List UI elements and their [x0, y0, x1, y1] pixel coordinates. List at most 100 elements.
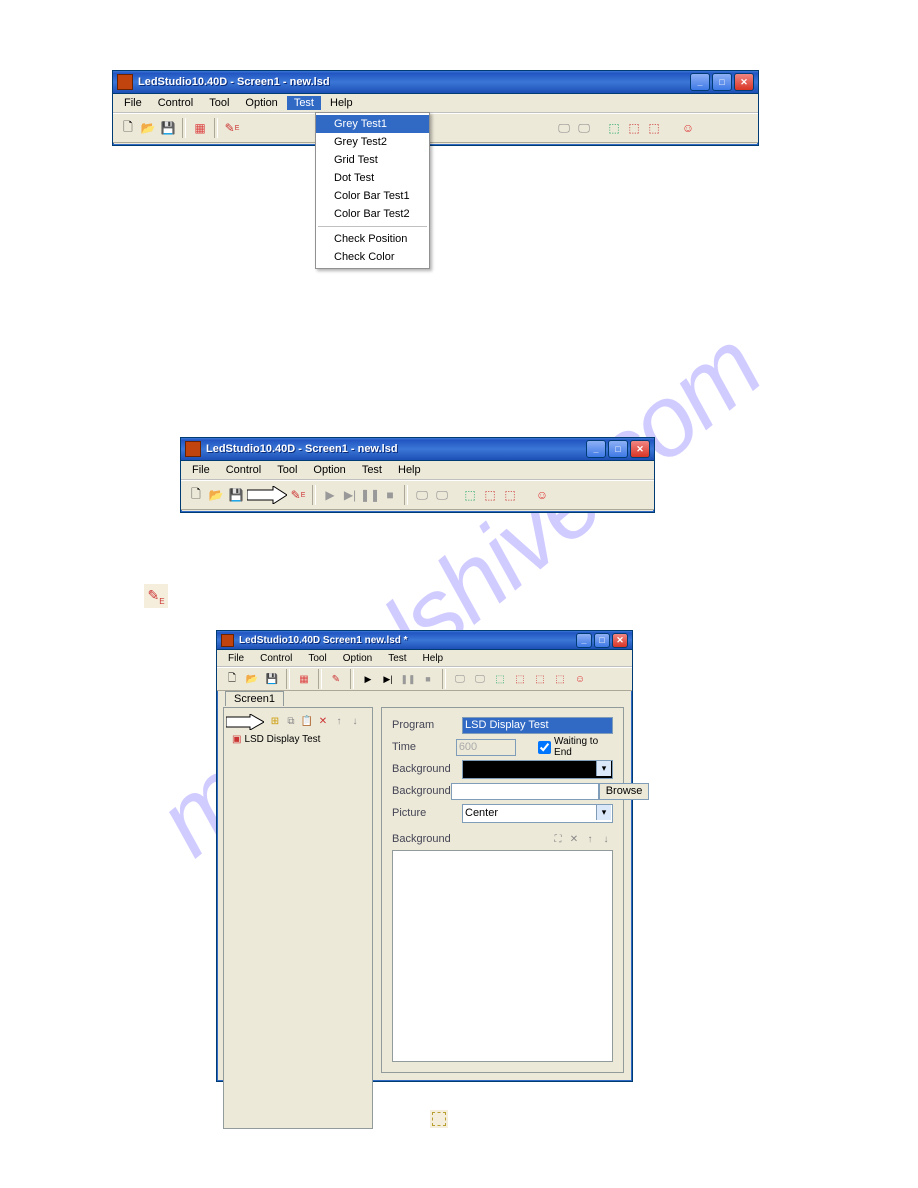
menu-file[interactable]: File — [185, 463, 217, 477]
down-icon[interactable]: ↓ — [599, 832, 613, 846]
new-icon[interactable]: 🗋 — [187, 486, 205, 504]
display2-icon[interactable]: 🖵 — [471, 670, 489, 688]
menu-option[interactable]: Option — [306, 463, 352, 477]
display1-icon[interactable]: 🖵 — [451, 670, 469, 688]
menu-option[interactable]: Option — [238, 96, 284, 110]
menuitem-dot-test[interactable]: Dot Test — [316, 169, 429, 187]
new-icon[interactable]: 🗋 — [223, 670, 241, 688]
minimize-button[interactable]: _ — [586, 440, 606, 458]
separator-icon — [318, 669, 322, 689]
link2-icon[interactable]: ⬚ — [481, 486, 499, 504]
menu-control[interactable]: Control — [253, 652, 299, 665]
open-icon[interactable]: 📂 — [139, 119, 157, 137]
smiley-icon[interactable]: ☺ — [571, 670, 589, 688]
titlebar: LedStudio10.40D Screen1 new.lsd * _ □ ✕ — [217, 631, 632, 650]
menubar: File Control Tool Option Test Help — [181, 461, 654, 480]
menu-tool[interactable]: Tool — [270, 463, 304, 477]
menuitem-color-bar-test1[interactable]: Color Bar Test1 — [316, 187, 429, 205]
stop-icon[interactable]: ■ — [419, 670, 437, 688]
browse-button[interactable]: Browse — [599, 783, 650, 800]
menuitem-check-position[interactable]: Check Position — [316, 230, 429, 248]
display2-icon[interactable]: 🖵 — [433, 486, 451, 504]
background-file-input[interactable] — [451, 783, 599, 800]
menu-help[interactable]: Help — [391, 463, 428, 477]
expand-icon[interactable]: ⛶ — [551, 832, 565, 846]
menu-file[interactable]: File — [117, 96, 149, 110]
close-button[interactable]: ✕ — [612, 633, 628, 648]
menu-option[interactable]: Option — [336, 652, 379, 665]
paste-icon[interactable]: 📋 — [300, 714, 314, 728]
pause-icon[interactable]: ❚❚ — [399, 670, 417, 688]
picture-select[interactable]: Center — [462, 804, 613, 823]
menu-test[interactable]: Test — [381, 652, 413, 665]
link1-icon[interactable]: ⬚ — [605, 119, 623, 137]
menu-help[interactable]: Help — [416, 652, 451, 665]
time-input[interactable] — [456, 739, 516, 756]
display1-icon[interactable]: 🖵 — [555, 119, 573, 137]
edit-icon[interactable]: ✎E — [289, 486, 307, 504]
menuitem-check-color[interactable]: Check Color — [316, 248, 429, 266]
maximize-button[interactable]: □ — [608, 440, 628, 458]
save-icon[interactable]: 💾 — [227, 486, 245, 504]
smiley-icon[interactable]: ☺ — [533, 486, 551, 504]
grid-icon[interactable]: ▦ — [191, 119, 209, 137]
step-icon[interactable]: ▶| — [341, 486, 359, 504]
play-icon[interactable]: ▶ — [321, 486, 339, 504]
delete-icon[interactable]: ✕ — [567, 832, 581, 846]
step-icon[interactable]: ▶| — [379, 670, 397, 688]
link3-icon[interactable]: ⬚ — [501, 486, 519, 504]
link1-icon[interactable]: ⬚ — [491, 670, 509, 688]
menu-tool[interactable]: Tool — [202, 96, 236, 110]
open-icon[interactable]: 📂 — [207, 486, 225, 504]
stop-icon[interactable]: ■ — [381, 486, 399, 504]
menu-control[interactable]: Control — [151, 96, 200, 110]
menu-test[interactable]: Test — [287, 96, 321, 110]
save-icon[interactable]: 💾 — [263, 670, 281, 688]
preview-toolbar: ⛶ ✕ ↑ ↓ — [551, 832, 613, 846]
minimize-button[interactable]: _ — [690, 73, 710, 91]
up-icon[interactable]: ↑ — [332, 714, 346, 728]
tab-screen1[interactable]: Screen1 — [225, 691, 284, 706]
menu-test[interactable]: Test — [355, 463, 389, 477]
edit-icon[interactable]: ✎ — [327, 670, 345, 688]
up-icon[interactable]: ↑ — [583, 832, 597, 846]
close-button[interactable]: ✕ — [630, 440, 650, 458]
link4-icon[interactable]: ⬚ — [551, 670, 569, 688]
menuitem-color-bar-test2[interactable]: Color Bar Test2 — [316, 205, 429, 223]
link2-icon[interactable]: ⬚ — [625, 119, 643, 137]
delete-icon[interactable]: ✕ — [316, 714, 330, 728]
down-icon[interactable]: ↓ — [348, 714, 362, 728]
link3-icon[interactable]: ⬚ — [645, 119, 663, 137]
menu-tool[interactable]: Tool — [301, 652, 333, 665]
menuitem-grey-test1[interactable]: Grey Test1 — [316, 115, 429, 133]
smiley-icon[interactable]: ☺ — [679, 119, 697, 137]
link2-icon[interactable]: ⬚ — [511, 670, 529, 688]
save-icon[interactable]: 💾 — [159, 119, 177, 137]
display1-icon[interactable]: 🖵 — [413, 486, 431, 504]
menu-help[interactable]: Help — [323, 96, 360, 110]
open-icon[interactable]: 📂 — [243, 670, 261, 688]
close-button[interactable]: ✕ — [734, 73, 754, 91]
link3-icon[interactable]: ⬚ — [531, 670, 549, 688]
link1-icon[interactable]: ⬚ — [461, 486, 479, 504]
tree-panel: ⊞ ⧉ 📋 ✕ ↑ ↓ ▣ LSD Display Test — [223, 707, 373, 1129]
maximize-button[interactable]: □ — [712, 73, 732, 91]
tree-item-lsd-display-test[interactable]: ▣ LSD Display Test — [232, 734, 320, 745]
background-color-select[interactable] — [462, 760, 613, 779]
maximize-button[interactable]: □ — [594, 633, 610, 648]
menu-file[interactable]: File — [221, 652, 251, 665]
menuitem-grey-test2[interactable]: Grey Test2 — [316, 133, 429, 151]
add-icon[interactable]: ⊞ — [268, 714, 282, 728]
waiting-to-end-checkbox[interactable] — [538, 741, 551, 754]
copy-icon[interactable]: ⧉ — [284, 714, 298, 728]
edit-icon[interactable]: ✎E — [223, 119, 241, 137]
minimize-button[interactable]: _ — [576, 633, 592, 648]
menuitem-grid-test[interactable]: Grid Test — [316, 151, 429, 169]
new-icon[interactable]: 🗋 — [119, 119, 137, 137]
grid-icon[interactable]: ▦ — [295, 670, 313, 688]
display2-icon[interactable]: 🖵 — [575, 119, 593, 137]
menu-control[interactable]: Control — [219, 463, 268, 477]
program-input[interactable] — [462, 717, 613, 734]
play-icon[interactable]: ▶ — [359, 670, 377, 688]
pause-icon[interactable]: ❚❚ — [361, 486, 379, 504]
